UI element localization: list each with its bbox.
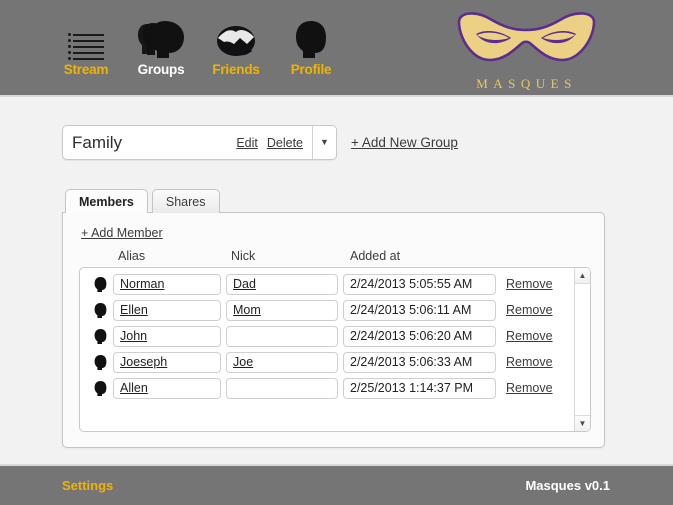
nick-field[interactable]: Joe bbox=[226, 351, 338, 373]
tab-shares[interactable]: Shares bbox=[151, 189, 220, 213]
head-silhouette-icon bbox=[87, 302, 113, 319]
nav-item-groups[interactable]: Groups bbox=[132, 16, 190, 77]
added-at-value: 2/25/2013 1:14:37 PM bbox=[350, 381, 474, 395]
tab-members[interactable]: Members bbox=[65, 189, 148, 213]
added-at-field: 2/25/2013 1:14:37 PM bbox=[343, 377, 496, 399]
members-rows: Norman Dad 2/24/2013 5:05:55 AM Remove E… bbox=[80, 268, 574, 431]
alias-field[interactable]: Allen bbox=[113, 377, 221, 399]
table-row[interactable]: John 2/24/2013 5:06:20 AM Remove bbox=[80, 323, 574, 349]
alias-value[interactable]: Joeseph bbox=[120, 355, 167, 369]
head-silhouette-icon bbox=[87, 328, 113, 345]
add-new-group-link[interactable]: + Add New Group bbox=[351, 135, 458, 150]
triangle-down-icon: ▼ bbox=[578, 418, 587, 428]
nav-item-stream[interactable]: Stream bbox=[57, 16, 115, 77]
table-row[interactable]: Joeseph Joe 2/24/2013 5:06:33 AM Remove bbox=[80, 349, 574, 375]
nick-field[interactable] bbox=[226, 377, 338, 399]
single-head-icon bbox=[294, 16, 328, 60]
head-silhouette-icon bbox=[87, 354, 113, 371]
handshake-icon bbox=[214, 16, 258, 60]
column-header-nick: Nick bbox=[231, 249, 256, 263]
group-selector-row: Family Edit Delete ▼ + Add New Group bbox=[62, 125, 458, 160]
alias-field[interactable]: Norman bbox=[113, 273, 221, 295]
add-member-link[interactable]: + Add Member bbox=[81, 226, 163, 240]
added-at-field: 2/24/2013 5:06:11 AM bbox=[343, 299, 496, 321]
alias-field[interactable]: Ellen bbox=[113, 299, 221, 321]
nav-label-friends: Friends bbox=[212, 62, 260, 77]
group-selector[interactable]: Family Edit Delete ▼ bbox=[62, 125, 337, 160]
table-row[interactable]: Norman Dad 2/24/2013 5:05:55 AM Remove bbox=[80, 271, 574, 297]
group-actions: Edit Delete bbox=[236, 126, 312, 159]
nav-item-profile[interactable]: Profile bbox=[282, 16, 340, 77]
column-header-added-at: Added at bbox=[350, 249, 401, 263]
head-silhouette-icon bbox=[87, 380, 113, 397]
chevron-down-icon: ▼ bbox=[320, 137, 329, 147]
nick-field[interactable]: Dad bbox=[226, 273, 338, 295]
remove-member-link[interactable]: Remove bbox=[506, 381, 553, 395]
masquerade-mask-icon bbox=[454, 12, 599, 74]
added-at-value: 2/24/2013 5:06:33 AM bbox=[350, 355, 473, 369]
members-list-box: Norman Dad 2/24/2013 5:05:55 AM Remove E… bbox=[79, 267, 591, 432]
added-at-value: 2/24/2013 5:06:20 AM bbox=[350, 329, 473, 343]
scroll-down-button[interactable]: ▼ bbox=[575, 415, 590, 431]
alias-value[interactable]: Allen bbox=[120, 381, 148, 395]
alias-value[interactable]: Ellen bbox=[120, 303, 148, 317]
alias-field[interactable]: Joeseph bbox=[113, 351, 221, 373]
tab-shares-label: Shares bbox=[165, 194, 206, 209]
app-footer: Settings Masques v0.1 bbox=[0, 464, 673, 505]
alias-value[interactable]: Norman bbox=[120, 277, 164, 291]
added-at-value: 2/24/2013 5:06:11 AM bbox=[350, 303, 472, 317]
settings-link[interactable]: Settings bbox=[62, 478, 113, 493]
nick-field[interactable]: Mom bbox=[226, 299, 338, 321]
logo-wordmark: MASQUES bbox=[476, 76, 577, 91]
masques-app-window: Stream Groups Friends Profile MASQUES Fa… bbox=[0, 0, 673, 505]
added-at-value: 2/24/2013 5:05:55 AM bbox=[350, 277, 473, 291]
remove-member-link[interactable]: Remove bbox=[506, 329, 553, 343]
triangle-up-icon: ▲ bbox=[578, 270, 587, 280]
tab-members-label: Members bbox=[79, 194, 134, 209]
nick-value[interactable]: Mom bbox=[233, 303, 261, 317]
nick-value[interactable]: Dad bbox=[233, 277, 256, 291]
app-logo[interactable]: MASQUES bbox=[444, 8, 609, 92]
nav-label-profile: Profile bbox=[290, 62, 332, 77]
selected-group-name: Family bbox=[72, 132, 123, 152]
stream-list-icon bbox=[68, 16, 104, 60]
app-header: Stream Groups Friends Profile MASQUES bbox=[0, 0, 673, 97]
added-at-field: 2/24/2013 5:05:55 AM bbox=[343, 273, 496, 295]
nav-item-friends[interactable]: Friends bbox=[207, 16, 265, 77]
remove-member-link[interactable]: Remove bbox=[506, 303, 553, 317]
table-row[interactable]: Ellen Mom 2/24/2013 5:06:11 AM Remove bbox=[80, 297, 574, 323]
edit-group-link[interactable]: Edit bbox=[236, 136, 258, 150]
added-at-field: 2/24/2013 5:06:20 AM bbox=[343, 325, 496, 347]
scrollbar-track[interactable] bbox=[575, 284, 590, 415]
main-navigation: Stream Groups Friends Profile bbox=[57, 16, 340, 77]
nav-label-stream: Stream bbox=[63, 62, 109, 77]
group-heads-icon bbox=[135, 16, 187, 60]
nav-label-groups: Groups bbox=[137, 62, 185, 77]
alias-value[interactable]: John bbox=[120, 329, 147, 343]
group-dropdown-button[interactable]: ▼ bbox=[312, 126, 336, 159]
version-label: Masques v0.1 bbox=[525, 478, 610, 493]
nick-field[interactable] bbox=[226, 325, 338, 347]
members-list-scrollbar[interactable]: ▲ ▼ bbox=[574, 268, 590, 431]
column-header-alias: Alias bbox=[118, 249, 146, 263]
table-row[interactable]: Allen 2/25/2013 1:14:37 PM Remove bbox=[80, 375, 574, 401]
panel-tabs: Members Shares bbox=[65, 189, 220, 213]
head-silhouette-icon bbox=[87, 276, 113, 293]
remove-member-link[interactable]: Remove bbox=[506, 277, 553, 291]
delete-group-link[interactable]: Delete bbox=[267, 136, 303, 150]
members-panel: + Add Member Alias Nick Added at Norman … bbox=[62, 212, 605, 448]
remove-member-link[interactable]: Remove bbox=[506, 355, 553, 369]
scroll-up-button[interactable]: ▲ bbox=[575, 268, 590, 284]
added-at-field: 2/24/2013 5:06:33 AM bbox=[343, 351, 496, 373]
nick-value[interactable]: Joe bbox=[233, 355, 253, 369]
alias-field[interactable]: John bbox=[113, 325, 221, 347]
